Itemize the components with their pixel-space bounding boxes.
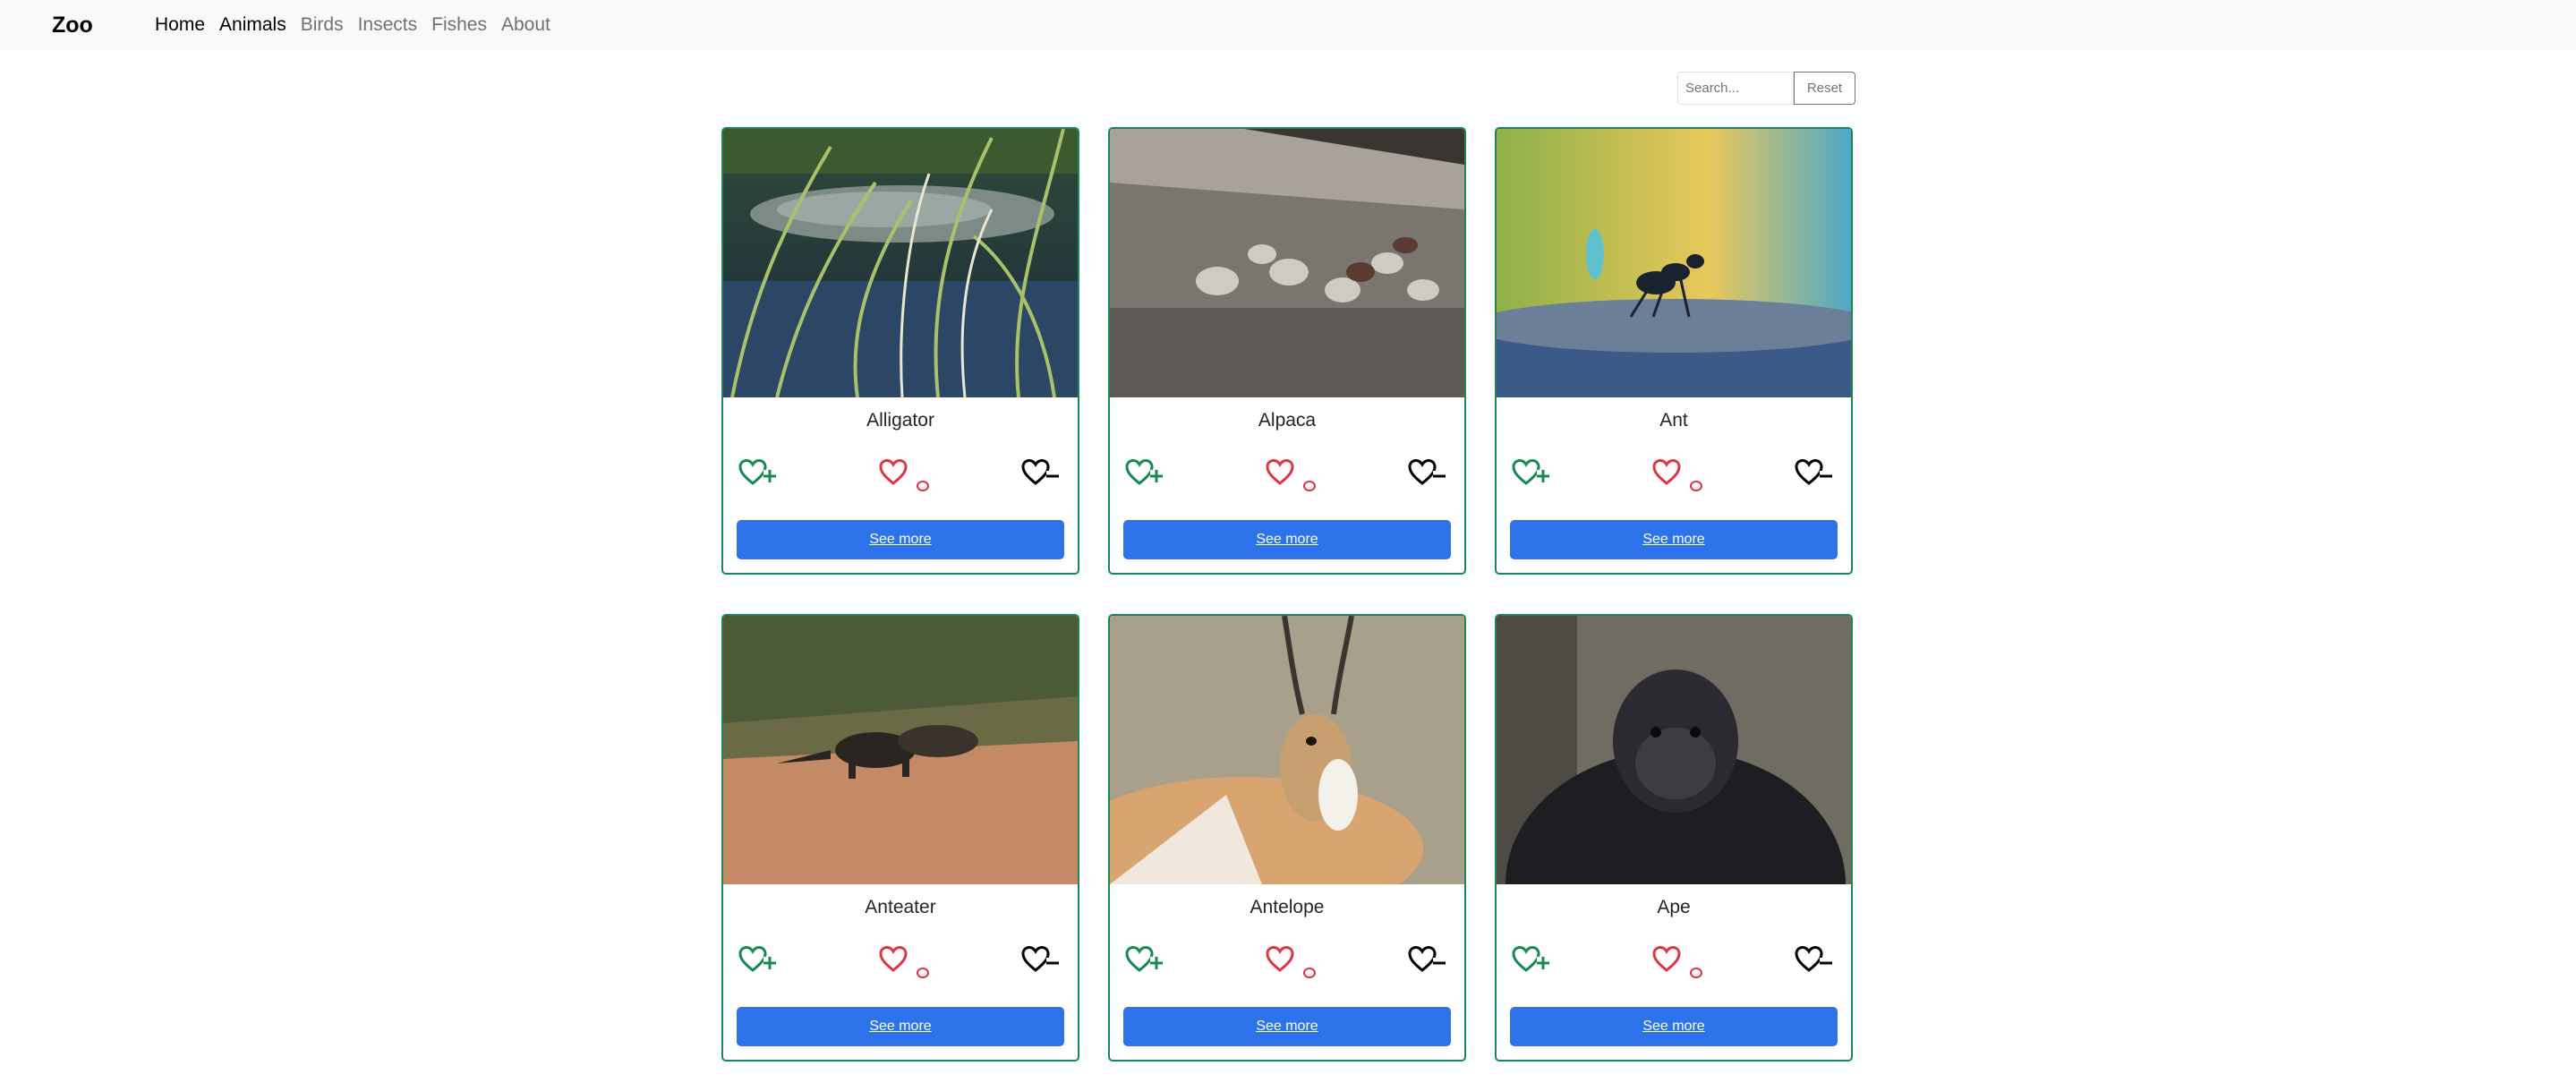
animal-image <box>1497 129 1851 397</box>
favorite-button[interactable] <box>870 938 917 983</box>
animal-name: Antelope <box>1250 897 1325 917</box>
heart-minus-icon <box>1406 455 1447 493</box>
nav-link-animals[interactable]: Animals <box>219 14 286 36</box>
nav-link-home[interactable]: Home <box>155 14 205 36</box>
dislike-button[interactable] <box>1403 938 1450 983</box>
heart-plus-icon <box>1510 942 1551 980</box>
heart-minus-icon <box>1793 942 1834 980</box>
heart-icon <box>1260 455 1300 493</box>
brand-logo[interactable]: Zoo <box>52 13 155 38</box>
favorite-count: 0 <box>917 968 929 978</box>
animal-card: Antelope 0 See more <box>1108 614 1466 1062</box>
heart-plus-icon <box>1510 455 1551 493</box>
heart-minus-icon <box>1019 942 1061 980</box>
see-more-button[interactable]: See more <box>1510 520 1838 559</box>
favorite-button[interactable] <box>870 451 917 496</box>
heart-plus-icon <box>1123 942 1164 980</box>
animal-card: Anteater 0 See more <box>721 614 1079 1062</box>
heart-icon <box>1647 455 1686 493</box>
like-button[interactable] <box>1121 938 1167 983</box>
favorite-button[interactable] <box>1257 451 1303 496</box>
animal-name: Anteater <box>865 897 936 917</box>
animal-image <box>723 616 1078 884</box>
see-more-button[interactable]: See more <box>1123 1007 1451 1046</box>
dislike-button[interactable] <box>1790 938 1837 983</box>
animal-image <box>723 129 1078 397</box>
dislike-button[interactable] <box>1403 451 1450 496</box>
favorite-button[interactable] <box>1643 451 1690 496</box>
animal-image <box>1110 129 1464 397</box>
search-bar: Reset <box>1677 72 1855 105</box>
see-more-button[interactable]: See more <box>1510 1007 1838 1046</box>
heart-minus-icon <box>1793 455 1834 493</box>
favorite-button[interactable] <box>1257 938 1303 983</box>
navbar: Zoo Home Animals Birds Insects Fishes Ab… <box>0 0 2576 50</box>
search-input[interactable] <box>1677 72 1794 105</box>
like-button[interactable] <box>1507 938 1554 983</box>
see-more-button[interactable]: See more <box>1123 520 1451 559</box>
see-more-button[interactable]: See more <box>737 1007 1064 1046</box>
nav-links: Home Animals Birds Insects Fishes About <box>155 14 565 36</box>
animal-name: Ant <box>1659 410 1688 431</box>
favorite-count: 0 <box>1303 481 1316 491</box>
nav-link-about[interactable]: About <box>501 14 550 36</box>
dislike-button[interactable] <box>1017 938 1063 983</box>
heart-minus-icon <box>1406 942 1447 980</box>
dislike-button[interactable] <box>1790 451 1837 496</box>
heart-minus-icon <box>1019 455 1061 493</box>
heart-icon <box>874 455 913 493</box>
animal-card: Alpaca 0 See more <box>1108 127 1466 575</box>
nav-link-birds[interactable]: Birds <box>301 14 344 36</box>
favorite-count: 0 <box>1690 481 1702 491</box>
favorite-count: 0 <box>1303 968 1316 978</box>
heart-plus-icon <box>737 942 778 980</box>
like-button[interactable] <box>1507 451 1554 496</box>
like-button[interactable] <box>734 938 780 983</box>
heart-icon <box>1647 942 1686 980</box>
favorite-button[interactable] <box>1643 938 1690 983</box>
animal-card: Alligator 0 See more <box>721 127 1079 575</box>
dislike-button[interactable] <box>1017 451 1063 496</box>
animal-name: Ape <box>1657 897 1691 917</box>
like-button[interactable] <box>1121 451 1167 496</box>
heart-plus-icon <box>737 455 778 493</box>
heart-plus-icon <box>1123 455 1164 493</box>
like-button[interactable] <box>734 451 780 496</box>
animal-image <box>1497 616 1851 884</box>
heart-icon <box>874 942 913 980</box>
see-more-button[interactable]: See more <box>737 520 1064 559</box>
animal-name: Alligator <box>866 410 934 431</box>
animal-card: Ape 0 See more <box>1495 614 1853 1062</box>
nav-link-fishes[interactable]: Fishes <box>431 14 487 36</box>
nav-link-insects[interactable]: Insects <box>358 14 418 36</box>
animal-image <box>1110 616 1464 884</box>
reset-button[interactable]: Reset <box>1794 72 1855 105</box>
heart-icon <box>1260 942 1300 980</box>
animal-name: Alpaca <box>1258 410 1317 431</box>
animal-card: Ant 0 See more <box>1495 127 1853 575</box>
favorite-count: 0 <box>917 481 929 491</box>
favorite-count: 0 <box>1690 968 1702 978</box>
